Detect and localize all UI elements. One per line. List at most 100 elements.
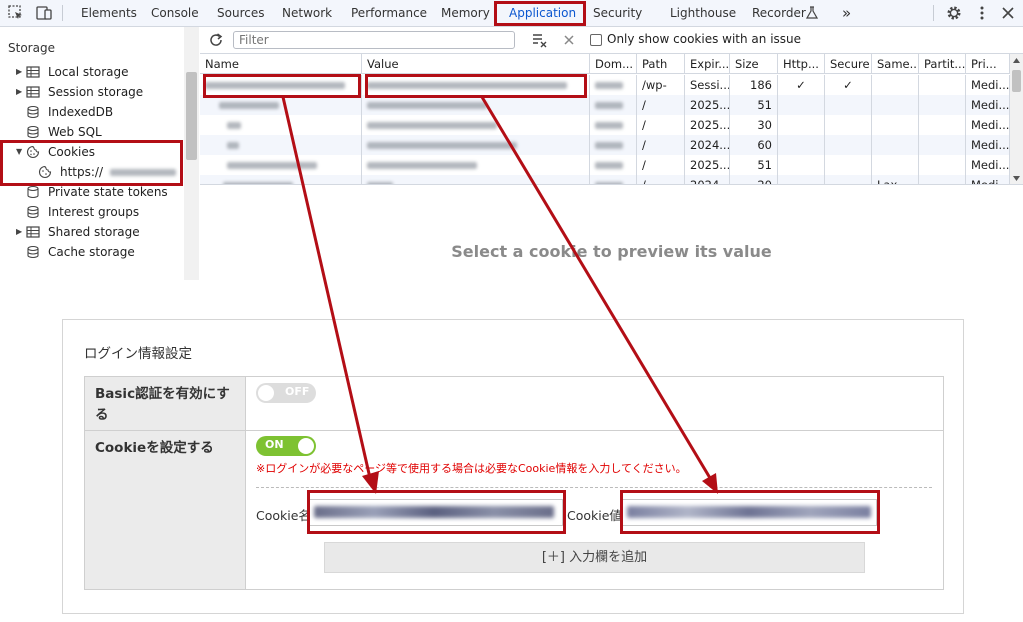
- device-toolbar-icon[interactable]: [35, 4, 53, 22]
- tab-elements[interactable]: Elements: [81, 0, 137, 26]
- sidebar-item-web-sql[interactable]: Web SQL: [0, 122, 184, 142]
- filter-input[interactable]: [233, 31, 515, 49]
- column-header-domain[interactable]: Dom...: [590, 54, 637, 74]
- only-issue-checkbox[interactable]: [590, 34, 602, 46]
- more-tabs-button[interactable]: »: [842, 0, 851, 26]
- cookie-secure: [825, 95, 872, 115]
- highlight-box-cookie-value: [365, 74, 587, 98]
- cookie-samesite: [872, 135, 919, 155]
- table-row[interactable]: / 2025... 30 Medi...: [200, 115, 1010, 135]
- column-header-path[interactable]: Path: [637, 54, 685, 74]
- close-icon[interactable]: [999, 4, 1017, 22]
- tab-recorder[interactable]: Recorder: [752, 0, 806, 26]
- scroll-down-icon[interactable]: [1012, 175, 1021, 182]
- tab-security[interactable]: Security: [593, 0, 642, 26]
- table-row[interactable]: / 2024... 20 Lax Medi...: [200, 175, 1010, 184]
- expand-arrow-icon[interactable]: ▶: [16, 82, 22, 102]
- sidebar-item-label: Cache storage: [48, 245, 135, 259]
- cookie-secure: [825, 135, 872, 155]
- cookie-partition: [919, 95, 966, 115]
- sidebar-item-indexeddb[interactable]: IndexedDB: [0, 102, 184, 122]
- table-row[interactable]: / 2024... 60 Medi...: [200, 135, 1010, 155]
- clear-filtered-cookies-icon[interactable]: [532, 32, 548, 48]
- cookie-samesite: [872, 95, 919, 115]
- refresh-icon[interactable]: [208, 32, 224, 48]
- cookie-samesite: [872, 155, 919, 175]
- tab-network[interactable]: Network: [282, 0, 332, 26]
- cookie-path: /wp-: [637, 75, 685, 95]
- sidebar-item-shared-storage[interactable]: ▶ Shared storage: [0, 222, 184, 242]
- cookie-size: 51: [730, 95, 778, 115]
- cookie-secure: ✓: [825, 75, 872, 95]
- highlight-box-cookies: [0, 140, 183, 186]
- inspect-element-icon[interactable]: [7, 4, 25, 22]
- table-icon: [26, 86, 40, 98]
- redacted-domain: [595, 82, 623, 89]
- database-icon: [27, 245, 39, 259]
- redacted-cookie-name: [227, 162, 317, 169]
- column-header-partition[interactable]: Partit...: [919, 54, 966, 74]
- cookie-name-label: Cookie名: [256, 508, 311, 523]
- redacted-cookie-name: [219, 102, 279, 109]
- basic-auth-toggle[interactable]: OFF: [256, 383, 316, 403]
- column-header-size[interactable]: Size: [730, 54, 778, 74]
- redacted-domain: [595, 162, 623, 169]
- tab-performance[interactable]: Performance: [351, 0, 427, 26]
- database-icon: [27, 185, 39, 199]
- devtools-tab-bar: Elements Console Sources Network Perform…: [0, 0, 1023, 27]
- cookie-priority: Medi...: [966, 75, 1010, 95]
- expand-arrow-icon[interactable]: ▶: [16, 62, 22, 82]
- sidebar-scroll-thumb[interactable]: [186, 72, 197, 160]
- cookie-size: 186: [730, 75, 778, 95]
- table-row[interactable]: / 2025... 51 Medi...: [200, 155, 1010, 175]
- tab-memory[interactable]: Memory: [441, 0, 490, 26]
- only-issue-label: Only show cookies with an issue: [607, 32, 802, 46]
- toggle-knob: [298, 438, 314, 454]
- sidebar-item-label: IndexedDB: [48, 105, 114, 119]
- highlight-box-cookie-name: [203, 74, 361, 98]
- column-header-samesite[interactable]: Same...: [872, 54, 919, 74]
- sidebar-item-cache-storage[interactable]: Cache storage: [0, 242, 184, 262]
- column-header-httponly[interactable]: Http...: [778, 54, 825, 74]
- cookie-httponly: [778, 175, 825, 184]
- toolbar-divider: [62, 5, 63, 21]
- column-header-secure[interactable]: Secure: [825, 54, 872, 74]
- delete-selected-icon[interactable]: [562, 33, 576, 47]
- cookie-httponly: ✓: [778, 75, 825, 95]
- tab-console[interactable]: Console: [151, 0, 199, 26]
- highlight-box-value-input: [620, 490, 880, 534]
- sidebar-item-local-storage[interactable]: ▶ Local storage: [0, 62, 184, 82]
- cookie-size: 30: [730, 115, 778, 135]
- cookie-path: /: [637, 95, 685, 115]
- table-row[interactable]: / 2025... 51 Medi...: [200, 95, 1010, 115]
- redacted-cookie-name: [223, 182, 293, 184]
- column-header-expires[interactable]: Expir...: [685, 54, 730, 74]
- tab-lighthouse[interactable]: Lighthouse: [670, 0, 736, 26]
- cookie-httponly: [778, 135, 825, 155]
- cookie-expires: 2024...: [685, 175, 730, 184]
- add-input-row-button[interactable]: [＋] 入力欄を追加: [324, 542, 865, 573]
- redacted-cookie-value: [367, 182, 393, 184]
- sidebar-item-interest-groups[interactable]: Interest groups: [0, 202, 184, 222]
- cookie-partition: [919, 115, 966, 135]
- cookie-note: ※ログインが必要なページ等で使用する場合は必要なCookie情報を入力してくださ…: [256, 462, 687, 475]
- tab-sources[interactable]: Sources: [217, 0, 264, 26]
- sidebar-item-label: Local storage: [48, 65, 129, 79]
- scroll-up-icon[interactable]: [1012, 57, 1021, 64]
- cookie-samesite: [872, 75, 919, 95]
- column-header-name[interactable]: Name: [200, 54, 362, 74]
- cookie-toggle[interactable]: ON: [256, 436, 316, 456]
- cookie-size: 20: [730, 175, 778, 184]
- basic-auth-label: Basic認証を有効にする: [95, 386, 230, 423]
- column-header-value[interactable]: Value: [362, 54, 590, 74]
- column-header-priority[interactable]: Pri...: [966, 54, 1010, 74]
- database-icon: [27, 105, 39, 119]
- cookie-expires: 2025...: [685, 155, 730, 175]
- expand-arrow-icon[interactable]: ▶: [16, 222, 22, 242]
- kebab-menu-icon[interactable]: [973, 4, 991, 22]
- cookie-table-scroll-thumb[interactable]: [1012, 70, 1021, 92]
- cookie-partition: [919, 155, 966, 175]
- gear-icon[interactable]: [945, 4, 963, 22]
- cookie-partition: [919, 175, 966, 184]
- sidebar-item-session-storage[interactable]: ▶ Session storage: [0, 82, 184, 102]
